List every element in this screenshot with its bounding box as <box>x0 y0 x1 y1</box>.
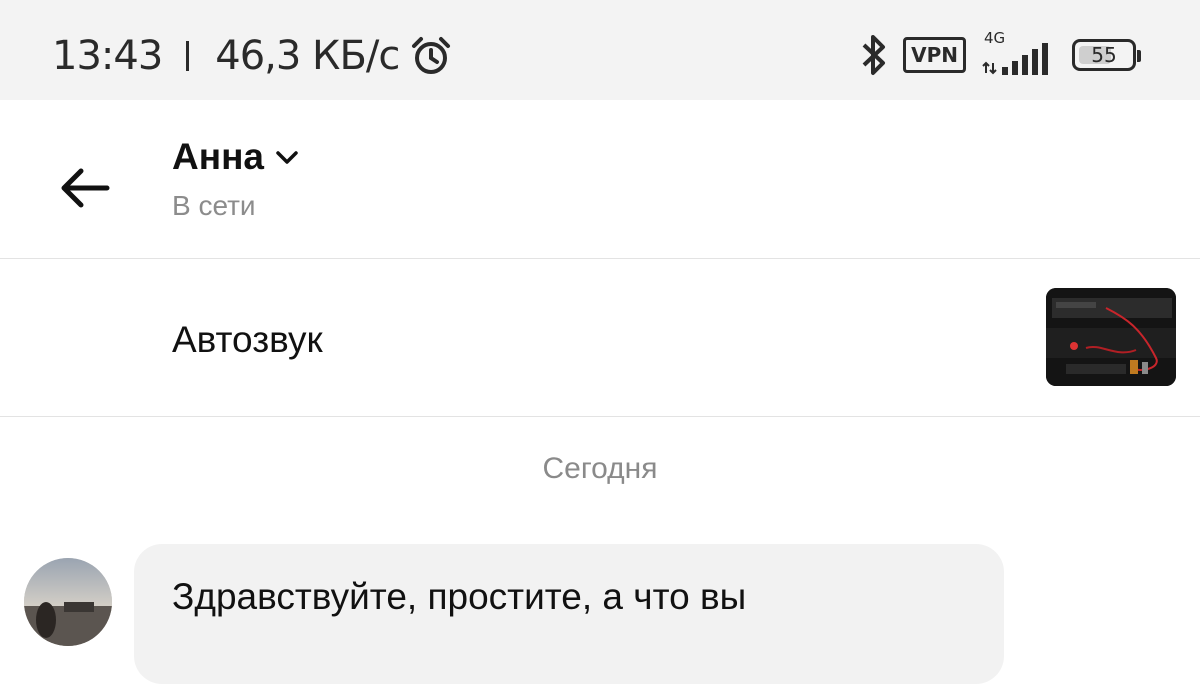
alarm-icon <box>412 37 451 74</box>
signal-icon: 4G <box>982 29 1056 77</box>
back-button[interactable] <box>50 158 120 218</box>
listing-thumbnail[interactable] <box>1046 288 1176 386</box>
contact-name: Анна <box>172 136 264 177</box>
contact-status: В сети <box>172 190 256 221</box>
battery-nub <box>1137 50 1141 62</box>
listing-bar[interactable]: Автозвук <box>0 259 1200 417</box>
chat-header: Анна В сети <box>0 100 1200 259</box>
listing-photo-image <box>1046 288 1176 386</box>
status-left: 13:43 46,3 КБ/с <box>52 28 453 84</box>
battery-icon: 55 <box>1072 39 1141 71</box>
status-right: VPN 4G 55 <box>861 29 1141 80</box>
status-separator <box>186 41 190 71</box>
status-time: 13:43 <box>52 33 163 79</box>
message-text: Здравствуйте, простите, а что вы <box>172 576 747 617</box>
listing-title: Автозвук <box>172 319 323 360</box>
chevron-down-icon <box>276 151 298 164</box>
message-bubble[interactable]: Здравствуйте, простите, а что вы <box>134 544 1004 684</box>
vpn-icon: VPN <box>903 37 966 73</box>
avatar[interactable] <box>24 558 112 646</box>
contact-name-button[interactable]: Анна <box>172 136 300 178</box>
back-arrow-icon <box>61 168 110 208</box>
bluetooth-icon <box>862 35 886 75</box>
avatar-image <box>24 558 112 646</box>
date-divider: Сегодня <box>542 452 658 485</box>
battery-level: 55 <box>1091 43 1117 67</box>
network-speed: 46,3 КБ/с <box>215 33 400 79</box>
signal-bars <box>982 43 1048 75</box>
status-bar: 13:43 46,3 КБ/с VPN 4G 55 <box>0 0 1200 100</box>
